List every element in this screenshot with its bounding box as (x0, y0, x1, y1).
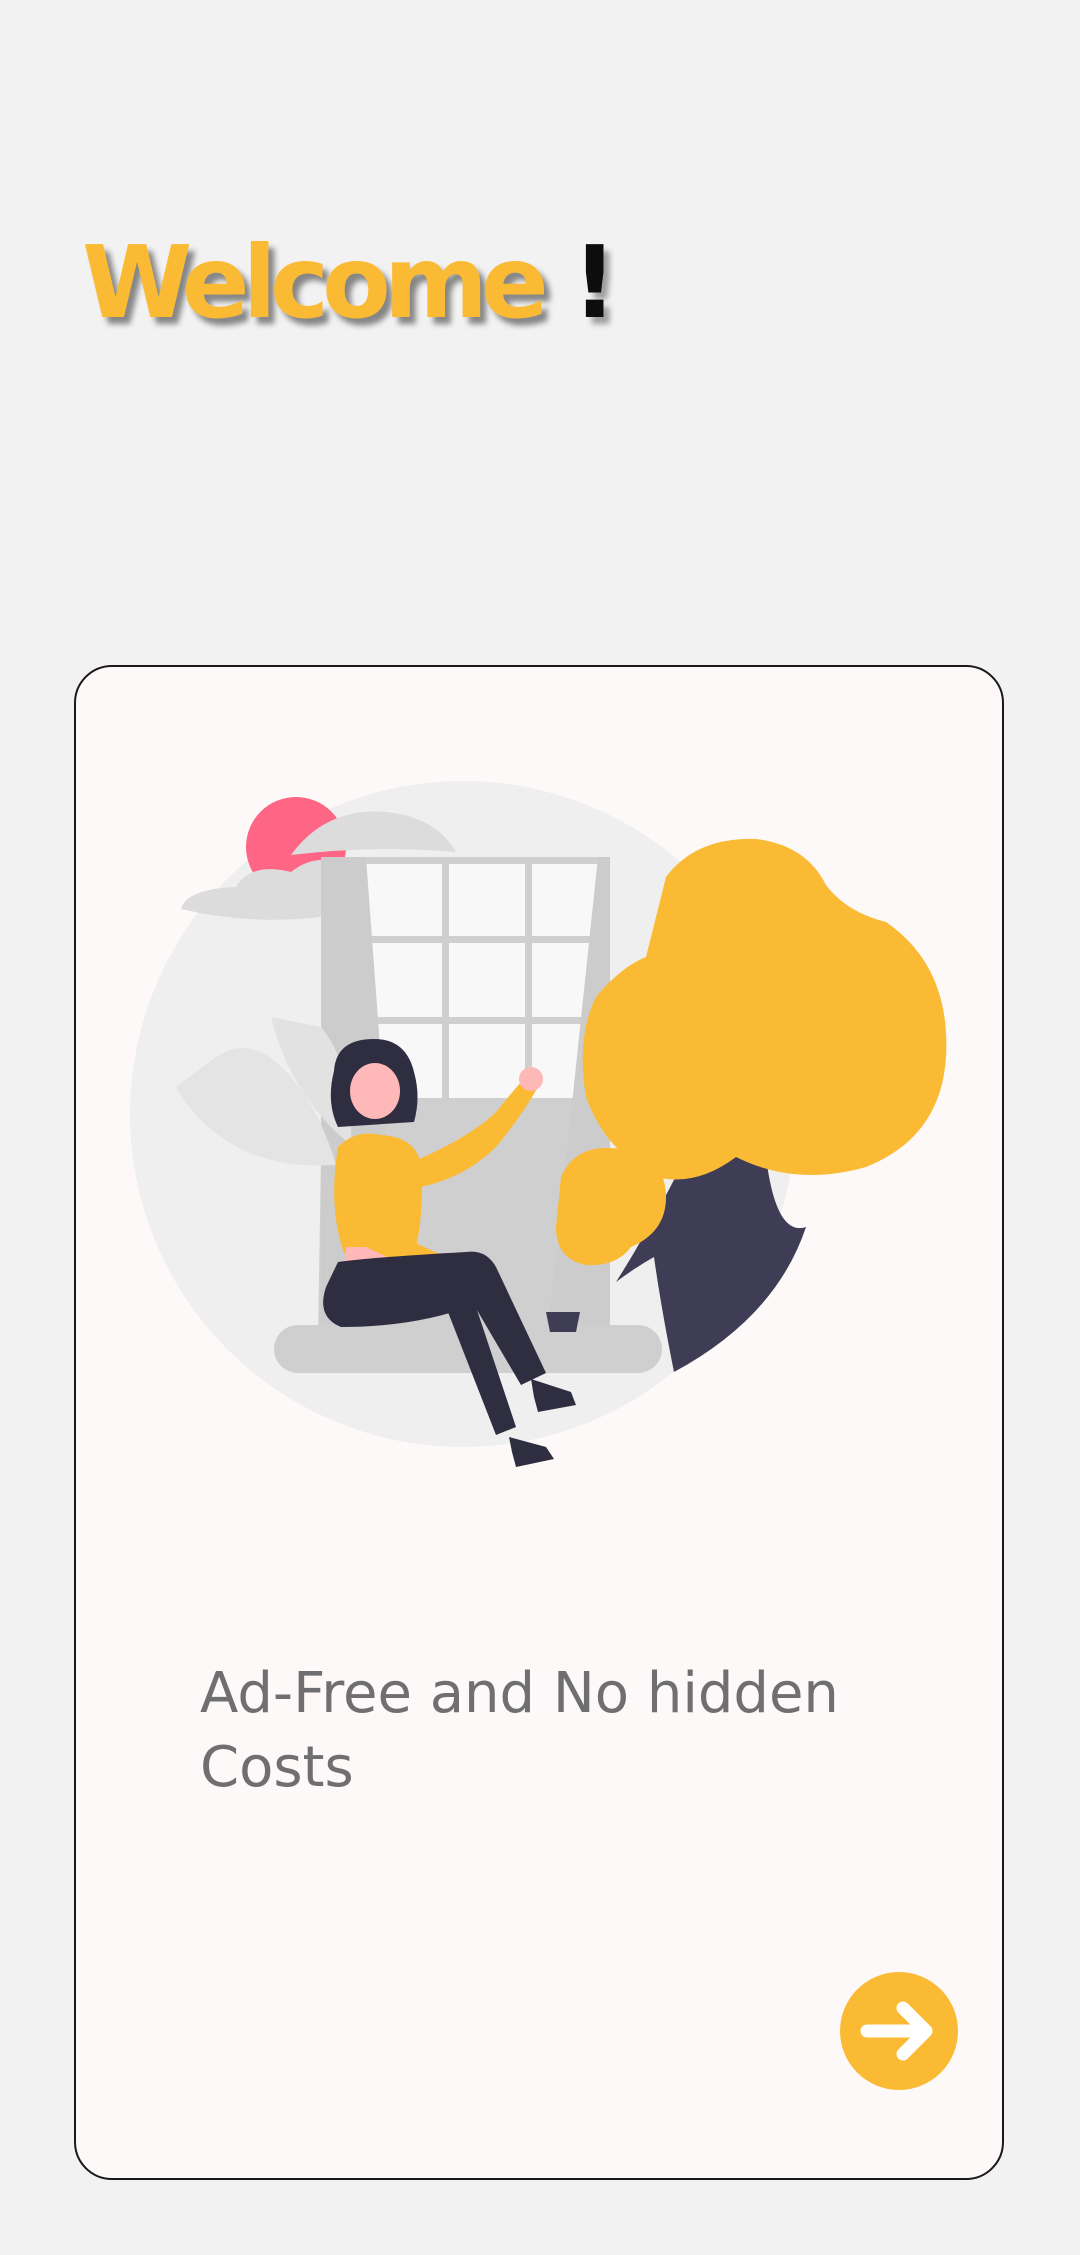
hand (519, 1067, 543, 1091)
mug (546, 1312, 580, 1332)
window-pane (532, 864, 600, 936)
window-pane (449, 864, 525, 936)
onboarding-card: Ad-Free and No hidden Costs (74, 665, 1004, 2180)
face (350, 1063, 400, 1119)
window-pane (449, 943, 525, 1017)
welcome-title: Welcome! (82, 218, 617, 348)
welcome-title-word: Welcome (82, 224, 549, 341)
next-button[interactable] (840, 1972, 958, 2090)
window-pane (449, 1024, 525, 1098)
shoe (509, 1437, 554, 1467)
welcome-title-mark: ! (571, 224, 618, 341)
feature-description: Ad-Free and No hidden Costs (200, 1661, 839, 1800)
woman-at-window-illustration (130, 781, 947, 1467)
arrow-right-icon (860, 2001, 933, 2061)
window-pane (366, 864, 442, 936)
window-pane (368, 943, 442, 1017)
